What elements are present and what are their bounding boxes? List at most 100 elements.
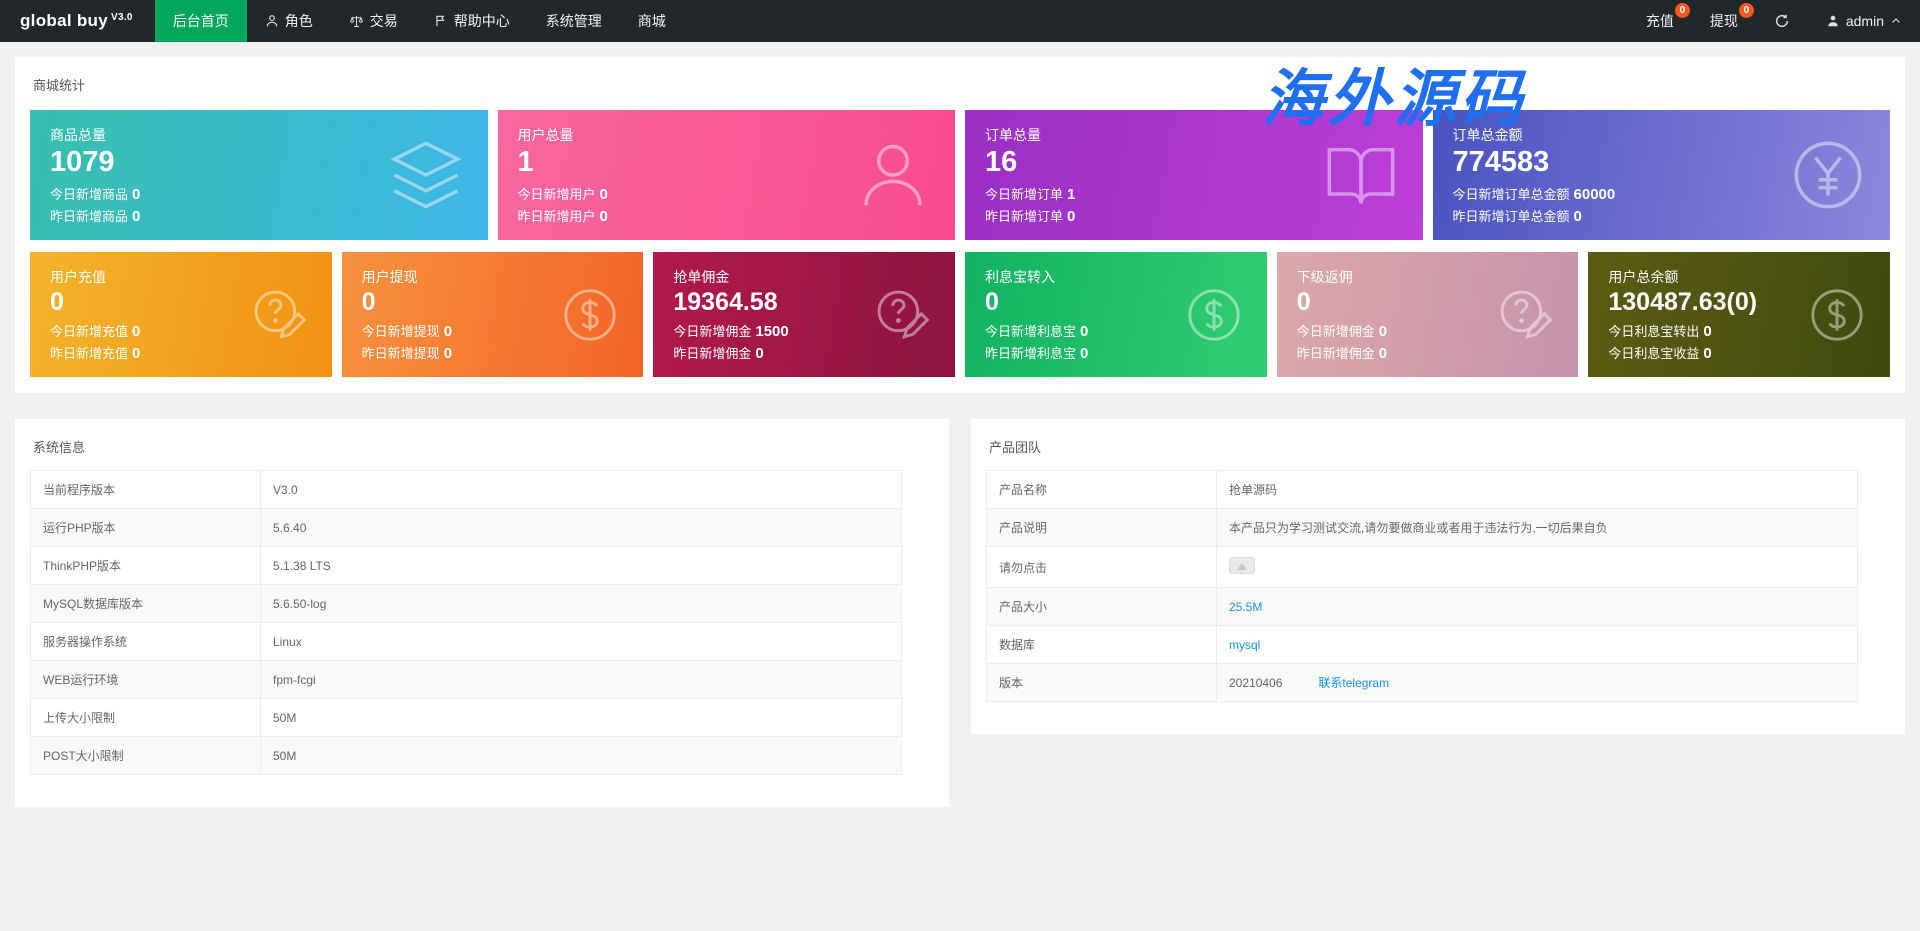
scale-icon [349, 14, 364, 29]
card-line: 昨日新增佣金 0 [673, 343, 935, 362]
card-line: 今日利息宝收益 0 [1608, 343, 1870, 362]
telegram-link[interactable]: 联系telegram [1318, 676, 1389, 690]
card-line-value: 0 [1703, 345, 1712, 363]
table-row: MySQL数据库版本 5.6.50-log [30, 584, 903, 624]
card-line-label: 今日新增利息宝 [985, 324, 1077, 340]
card-line-value: 0 [132, 185, 141, 203]
card-line-value: 0 [1080, 323, 1089, 341]
nav-item-mall[interactable]: 商城 [620, 0, 684, 42]
stat-card-user-balance: 用户总余额 130487.63(0) 今日利息宝转出 0 今日利息宝收益 0 [1588, 251, 1891, 378]
table-row: 运行PHP版本 5.6.40 [30, 508, 903, 548]
card-line-label: 今日新增佣金 [1296, 324, 1375, 340]
card-line-value: 1500 [755, 323, 789, 341]
card-line-label: 今日新增商品 [50, 186, 129, 202]
nav-item-label: 系统管理 [545, 13, 602, 29]
card-line-value: 0 [443, 323, 453, 341]
navbar-right: 充值 0 提现 0 admin [1628, 0, 1920, 42]
layers-icon [388, 137, 464, 213]
version-value: 20210406 [1229, 676, 1283, 691]
row-value: 抢单源码 [1215, 470, 1859, 510]
card-line-label: 昨日新增订单总金额 [1452, 208, 1570, 224]
card-line-label: 今日新增充值 [50, 324, 129, 340]
nav-item-help-center[interactable]: 帮助中心 [416, 0, 528, 42]
brand-version: V3.0 [111, 11, 133, 23]
withdraw-badge: 0 [1738, 3, 1754, 18]
row-label: 请勿点击 [986, 546, 1217, 589]
database-link[interactable]: mysql [1229, 638, 1260, 652]
card-line-value: 0 [1067, 207, 1076, 225]
stat-card-order-commission: 抢单佣金 19364.58 今日新增佣金 1500 昨日新增佣金 0 [653, 251, 956, 378]
nav-item-system-settings[interactable]: 系统管理 [528, 0, 620, 42]
row-label: 产品说明 [986, 508, 1217, 548]
recharge-label: 充值 [1645, 13, 1674, 29]
brand-logo[interactable]: global buy V3.0 [0, 0, 155, 42]
card-line-label: 昨日新增商品 [50, 208, 129, 224]
card-line-label: 今日新增用户 [517, 186, 596, 202]
row-label: 产品名称 [986, 470, 1217, 510]
nav-item-roles[interactable]: 角色 [247, 0, 331, 42]
card-line-value: 0 [1080, 345, 1089, 363]
admin-menu[interactable]: admin [1808, 0, 1920, 42]
brand-name: global buy [20, 11, 108, 30]
withdraw-button[interactable]: 提现 0 [1692, 0, 1756, 42]
row-label: 版本 [986, 663, 1217, 703]
row-value: 5.1.38 LTS [259, 546, 903, 586]
refresh-icon [1774, 13, 1790, 29]
card-line-value: 0 [132, 323, 141, 341]
card-line-value: 0 [1703, 323, 1712, 341]
refresh-button[interactable] [1756, 0, 1808, 42]
card-line-value: 60000 [1573, 185, 1616, 203]
admin-username: admin [1845, 13, 1884, 29]
panel-title: 产品团队 [989, 440, 1042, 456]
nav-item-home[interactable]: 后台首页 [154, 0, 247, 42]
row-label: MySQL数据库版本 [30, 584, 261, 624]
system-info-panel: 系统信息 当前程序版本 V3.0 运行PHP版本 5.6.40 ThinkPHP版本… [15, 419, 949, 808]
table-row: WEB运行环境 fpm-fcgi [30, 660, 903, 700]
stat-card-user-withdraw: 用户提现 0 今日新增提现 0 昨日新增提现 0 [341, 251, 644, 378]
yen-icon [1790, 137, 1866, 213]
nav-item-transactions[interactable]: 交易 [331, 0, 416, 42]
book-icon [1323, 137, 1399, 213]
card-line-value: 0 [755, 345, 764, 363]
stat-card-orders-total: 订单总量 16 今日新增订单 1 昨日新增订单 0 [965, 110, 1423, 240]
stat-cards-row-2: 用户充值 0 今日新增充值 0 昨日新增充值 0 用户提现 0 今日新增提现 0 昨日… [30, 251, 1891, 378]
row-label: 运行PHP版本 [30, 508, 261, 548]
table-row: 产品大小 25.5M [986, 587, 1859, 627]
card-line-label: 今日利息宝收益 [1608, 346, 1700, 362]
row-value: 20210406 联系telegram [1215, 663, 1859, 703]
card-title: 用户提现 [361, 268, 418, 285]
product-size-link[interactable]: 25.5M [1229, 600, 1262, 614]
row-value: V3.0 [259, 470, 903, 510]
dollar-icon [1808, 286, 1866, 344]
product-team-panel: 产品团队 产品名称 抢单源码 产品说明 本产品只为学习测试交流,请勿要做商业或者用于… [971, 419, 1905, 735]
card-line-label: 今日新增订单总金额 [1452, 186, 1570, 202]
card-line-label: 今日利息宝转出 [1608, 324, 1700, 340]
broken-image-icon[interactable] [1229, 557, 1255, 575]
table-row: 请勿点击 [986, 546, 1859, 589]
panel-title: 系统信息 [33, 440, 86, 456]
card-line-value: 0 [1378, 323, 1388, 341]
row-label: 当前程序版本 [30, 470, 261, 510]
row-value: 25.5M [1215, 587, 1859, 627]
withdraw-label: 提现 [1709, 13, 1738, 29]
row-label: WEB运行环境 [30, 660, 261, 700]
row-value: 本产品只为学习测试交流,请勿要做商业或者用于违法行为,一切后果自负 [1215, 508, 1859, 548]
card-line-label: 昨日新增佣金 [1296, 346, 1375, 362]
card-title: 用户充值 [50, 268, 106, 285]
card-line-label: 今日新增提现 [361, 324, 440, 340]
card-line-label: 昨日新增佣金 [673, 346, 752, 362]
card-line-label: 今日新增佣金 [673, 324, 752, 340]
card-line-value: 0 [443, 345, 453, 363]
dollar-icon [561, 286, 619, 344]
card-line: 昨日新增佣金 0 [1297, 343, 1559, 362]
user-icon [855, 137, 931, 213]
nav-item-label: 交易 [369, 13, 398, 29]
table-row: ThinkPHP版本 5.1.38 LTS [30, 546, 903, 586]
table-row: 数据库 mysql [986, 625, 1859, 665]
recharge-button[interactable]: 充值 0 [1628, 0, 1692, 42]
pen-question-icon [873, 286, 931, 344]
table-row: 当前程序版本 V3.0 [30, 470, 903, 510]
table-row: 版本 20210406 联系telegram [986, 663, 1859, 703]
row-label: 产品大小 [986, 587, 1217, 627]
stat-card-sub-rebate: 下级返佣 0 今日新增佣金 0 昨日新增佣金 0 [1276, 251, 1579, 378]
